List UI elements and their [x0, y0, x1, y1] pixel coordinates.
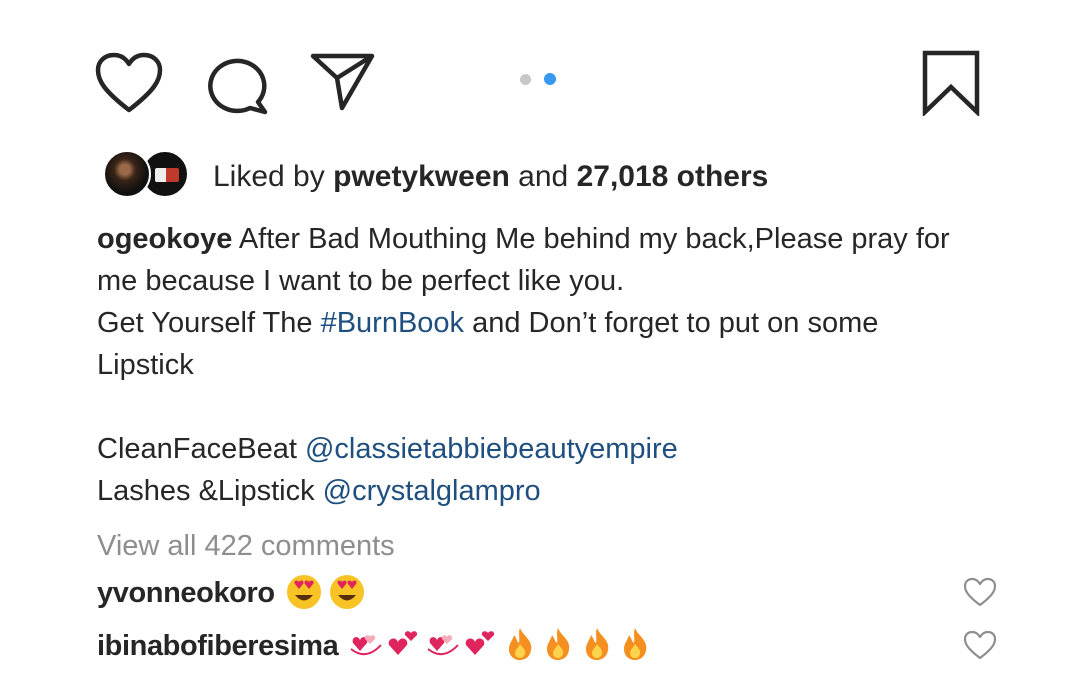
fire-emoji	[508, 628, 531, 660]
caption-text: Get Yourself The	[97, 307, 321, 339]
caption-paragraph-2: Get Yourself The #BurnBook and Don’t for…	[97, 302, 977, 386]
brand-logo	[155, 168, 179, 182]
comment-username[interactable]: yvonneokoro	[97, 571, 275, 615]
fire-emoji	[547, 628, 570, 660]
hashtag-link[interactable]: #BurnBook	[321, 307, 465, 339]
fire-emoji	[585, 628, 608, 660]
view-all-comments-link[interactable]: View all 422 comments	[97, 526, 395, 566]
revolving-hearts-emoji	[350, 635, 382, 656]
mention-link[interactable]: @crystalglampro	[323, 475, 541, 507]
carousel-dot	[520, 74, 531, 85]
avatar[interactable]	[103, 150, 151, 198]
caption-text: Lashes &Lipstick	[97, 475, 323, 507]
comment-icon[interactable]	[203, 55, 269, 115]
mention-link[interactable]: @classietabbiebeautyempire	[305, 433, 678, 465]
post-caption: ogeokoye After Bad Mouthing Me behind my…	[97, 218, 977, 512]
comment-row: ibinabofiberesima	[97, 624, 997, 668]
likes-count[interactable]: 27,018 others	[577, 160, 769, 193]
revolving-hearts-emoji	[427, 635, 459, 656]
two-hearts-emoji	[465, 631, 495, 655]
comment-like-heart-icon[interactable]	[963, 630, 997, 665]
comment-row: yvonneokoro	[97, 571, 997, 615]
share-icon[interactable]	[310, 52, 376, 112]
comment-emojis	[285, 573, 365, 613]
likes-row: Liked by pwetykween and 27,018 others	[103, 150, 903, 202]
heart-eyes-emoji	[287, 575, 322, 609]
caption-username[interactable]: ogeokoye	[97, 223, 232, 255]
fire-emoji	[624, 628, 647, 660]
liker-username[interactable]: pwetykween	[333, 160, 510, 193]
carousel-dot-active	[544, 73, 556, 85]
caption-text: CleanFaceBeat	[97, 433, 305, 465]
comment-emojis	[349, 626, 652, 666]
two-hearts-emoji	[388, 631, 418, 655]
caption-paragraph-1: ogeokoye After Bad Mouthing Me behind my…	[97, 218, 977, 302]
caption-paragraph-3: CleanFaceBeat @classietabbiebeautyempire	[97, 428, 977, 470]
caption-paragraph-4: Lashes &Lipstick @crystalglampro	[97, 470, 977, 512]
comment-username[interactable]: ibinabofiberesima	[97, 624, 339, 668]
comment-like-heart-icon[interactable]	[963, 577, 997, 612]
bookmark-icon[interactable]	[921, 50, 981, 116]
heart-icon[interactable]	[95, 52, 163, 114]
heart-eyes-emoji	[329, 575, 364, 609]
likes-summary[interactable]: Liked by pwetykween and 27,018 others	[213, 159, 768, 195]
likes-connector: and	[518, 160, 569, 193]
action-bar	[0, 0, 1080, 130]
likes-prefix: Liked by	[213, 160, 325, 193]
